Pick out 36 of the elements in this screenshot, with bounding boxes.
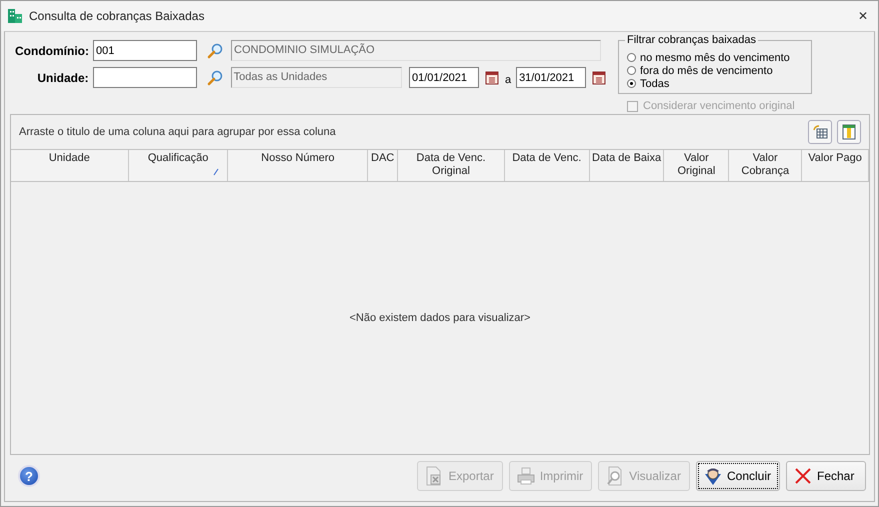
date-range-separator: a — [504, 74, 512, 86]
done-button[interactable]: Concluir — [696, 461, 780, 491]
field-label: Unidade: — [36, 70, 90, 84]
calendar-icon[interactable] — [592, 70, 606, 84]
radio-button[interactable] — [627, 66, 636, 75]
window-title: Consulta de cobranças Baixadas — [29, 9, 204, 23]
date-to-field[interactable]: 31/01/2021 — [516, 67, 586, 88]
unidade-name-field: Todas as Unidades — [230, 67, 402, 88]
help-button[interactable]: ? — [18, 465, 40, 487]
close-icon — [793, 466, 813, 486]
layout-icon[interactable] — [837, 120, 861, 144]
search-icon[interactable] — [207, 42, 223, 58]
group-by-hint: Arraste o titulo de uma coluna aqui para agrupar por essa coluna — [19, 126, 336, 138]
radio-button[interactable] — [627, 79, 636, 88]
radio-label[interactable]: no mesmo mês do vencimento — [640, 52, 790, 64]
radio-label[interactable]: fora do mês de vencimento — [640, 64, 773, 76]
condominio-name-field: CONDOMINIO SIMULAÇÃO — [231, 40, 601, 61]
empty-message: <Não existem dados para visualizar> — [350, 312, 530, 324]
close-button[interactable]: Fechar — [786, 461, 866, 491]
close-button[interactable]: ✕ — [856, 9, 870, 23]
filter-group-title: Filtrar cobranças baixadas — [625, 34, 758, 46]
sort-icon — [213, 168, 220, 176]
calendar-icon[interactable] — [484, 70, 499, 84]
unidade-code-field[interactable] — [92, 67, 197, 88]
building-icon — [7, 8, 23, 24]
field-label: Condomínio: — [14, 44, 90, 58]
condominio-code-field[interactable]: 001 — [93, 40, 197, 61]
radio-button[interactable] — [627, 53, 636, 62]
column-header[interactable]: Data de Baixa — [590, 150, 664, 181]
date-from-field[interactable]: 01/01/2021 — [408, 67, 479, 88]
column-chooser-icon[interactable] — [808, 120, 832, 144]
search-icon[interactable] — [206, 70, 223, 86]
printer-icon — [516, 466, 536, 486]
person-icon — [702, 466, 723, 486]
radio-label[interactable]: Todas — [640, 78, 670, 90]
column-header[interactable]: Qualificação — [128, 150, 228, 181]
